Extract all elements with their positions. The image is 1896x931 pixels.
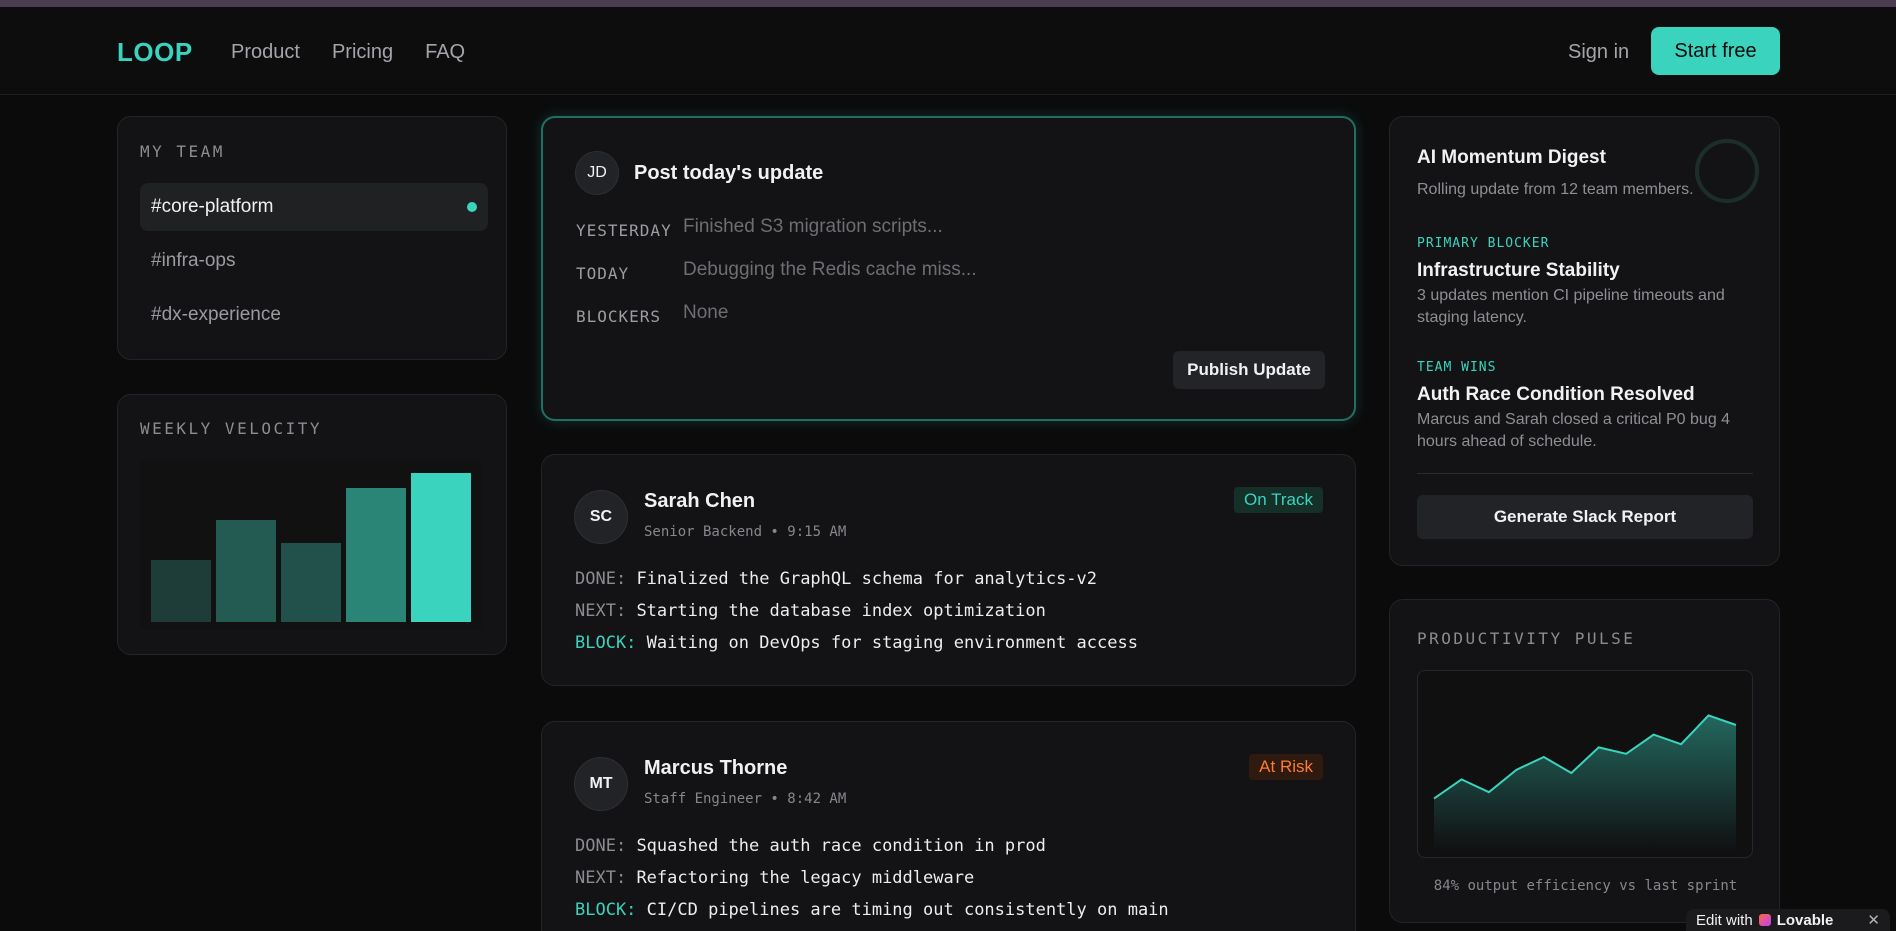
- active-dot-icon: [467, 202, 477, 212]
- primary-blocker-text: 3 updates mention CI pipeline timeouts a…: [1417, 287, 1725, 326]
- sign-in-link[interactable]: Sign in: [1568, 41, 1629, 64]
- team-item-label: #core-platform: [151, 196, 274, 217]
- avatar: JD: [575, 151, 619, 195]
- next-key: NEXT:: [575, 601, 627, 621]
- yesterday-input[interactable]: [683, 216, 1283, 238]
- next-text: Refactoring the legacy middleware: [636, 868, 975, 888]
- primary-blocker-title: Infrastructure Stability: [1417, 260, 1620, 281]
- productivity-pulse-label: PRODUCTIVITY PULSE: [1417, 629, 1636, 648]
- spinner-ring-icon: [1695, 139, 1759, 203]
- post-update-title: Post today's update: [634, 162, 824, 184]
- site-header: LOOP Product Pricing FAQ Sign in Start f…: [0, 7, 1896, 95]
- pulse-caption: 84% output efficiency vs last sprint: [1433, 878, 1738, 894]
- user-meta: Senior Backend • 9:15 AM: [644, 524, 847, 540]
- pulse-chart-frame: [1417, 670, 1753, 858]
- team-item-infra-ops[interactable]: #infra-ops: [140, 237, 488, 285]
- done-text: Squashed the auth race condition in prod: [636, 836, 1046, 856]
- top-accent-strip: [0, 0, 1896, 7]
- velocity-bar: [411, 472, 471, 622]
- blockers-label: BLOCKERS: [576, 307, 662, 326]
- avatar: MT: [574, 757, 628, 811]
- block-text: CI/CD pipelines are timing out consisten…: [646, 900, 1169, 920]
- avatar: SC: [574, 490, 628, 544]
- team-item-dx-experience[interactable]: #dx-experience: [140, 291, 488, 339]
- productivity-pulse-card: PRODUCTIVITY PULSE 84% output efficiency…: [1389, 599, 1780, 923]
- primary-blocker-label: PRIMARY BLOCKER: [1417, 236, 1550, 251]
- team-item-label: #dx-experience: [151, 304, 281, 325]
- velocity-bar: [281, 543, 341, 622]
- block-key: BLOCK:: [575, 900, 637, 920]
- post-update-card: JD Post today's update YESTERDAY TODAY B…: [541, 116, 1356, 421]
- block-key: BLOCK:: [575, 633, 637, 653]
- next-key: NEXT:: [575, 868, 627, 888]
- edit-with-text: Edit with: [1696, 911, 1753, 929]
- ai-digest-card: AI Momentum Digest Rolling update from 1…: [1389, 116, 1780, 566]
- lovable-heart-icon: [1758, 914, 1771, 926]
- yesterday-label: YESTERDAY: [576, 221, 672, 240]
- pulse-area-chart: [1433, 714, 1737, 851]
- nav-faq[interactable]: FAQ: [425, 41, 465, 64]
- done-key: DONE:: [575, 836, 627, 856]
- close-icon[interactable]: ✕: [1867, 911, 1880, 929]
- status-badge: On Track: [1234, 487, 1323, 513]
- block-line: BLOCK: Waiting on DevOps for staging env…: [575, 633, 1138, 653]
- digest-title: AI Momentum Digest: [1417, 147, 1606, 168]
- next-line: NEXT: Starting the database index optimi…: [575, 601, 1046, 621]
- block-text: Waiting on DevOps for staging environmen…: [646, 633, 1138, 653]
- weekly-velocity-label: WEEKLY VELOCITY: [140, 419, 322, 438]
- nav-product[interactable]: Product: [231, 41, 300, 64]
- team-item-label: #infra-ops: [151, 250, 236, 271]
- velocity-bar: [346, 488, 406, 622]
- lovable-brand: Lovable: [1776, 911, 1834, 929]
- nav-pricing[interactable]: Pricing: [332, 41, 393, 64]
- velocity-bar: [151, 560, 211, 622]
- my-team-card: MY TEAM #core-platform #infra-ops #dx-ex…: [117, 116, 507, 360]
- done-line: DONE: Squashed the auth race condition i…: [575, 836, 1046, 856]
- blockers-input[interactable]: [683, 302, 1283, 324]
- block-line: BLOCK: CI/CD pipelines are timing out co…: [575, 900, 1169, 920]
- divider: [1417, 473, 1753, 474]
- weekly-velocity-card: WEEKLY VELOCITY: [117, 394, 507, 655]
- done-line: DONE: Finalized the GraphQL schema for a…: [575, 569, 1097, 589]
- main-nav: Product Pricing FAQ: [231, 41, 465, 64]
- digest-subtitle: Rolling update from 12 team members.: [1417, 181, 1694, 198]
- user-meta: Staff Engineer • 8:42 AM: [644, 791, 847, 807]
- next-text: Starting the database index optimization: [636, 601, 1046, 621]
- update-card-marcus-thorne: MT Marcus Thorne Staff Engineer • 8:42 A…: [541, 721, 1356, 931]
- generate-slack-report-button[interactable]: Generate Slack Report: [1417, 495, 1753, 539]
- team-wins-title: Auth Race Condition Resolved: [1417, 384, 1695, 405]
- velocity-bar-chart: [140, 460, 482, 630]
- team-wins-text: Marcus and Sarah closed a critical P0 bu…: [1417, 411, 1731, 450]
- update-card-sarah-chen: SC Sarah Chen Senior Backend • 9:15 AM O…: [541, 454, 1356, 686]
- team-item-core-platform[interactable]: #core-platform: [140, 183, 488, 231]
- velocity-bar: [216, 520, 276, 622]
- status-badge: At Risk: [1249, 754, 1323, 780]
- user-name: Sarah Chen: [644, 490, 756, 512]
- today-label: TODAY: [576, 264, 630, 283]
- logo[interactable]: LOOP: [117, 37, 193, 68]
- done-key: DONE:: [575, 569, 627, 589]
- user-name: Marcus Thorne: [644, 757, 788, 779]
- next-line: NEXT: Refactoring the legacy middleware: [575, 868, 974, 888]
- edit-with-lovable-chip[interactable]: Edit with Lovable ✕: [1686, 909, 1890, 931]
- publish-update-button[interactable]: Publish Update: [1173, 351, 1325, 389]
- my-team-label: MY TEAM: [140, 142, 225, 161]
- today-input[interactable]: [683, 259, 1283, 281]
- start-free-button[interactable]: Start free: [1651, 27, 1780, 75]
- pulse-area: [1434, 715, 1736, 851]
- team-wins-label: TEAM WINS: [1417, 360, 1497, 375]
- done-text: Finalized the GraphQL schema for analyti…: [636, 569, 1098, 589]
